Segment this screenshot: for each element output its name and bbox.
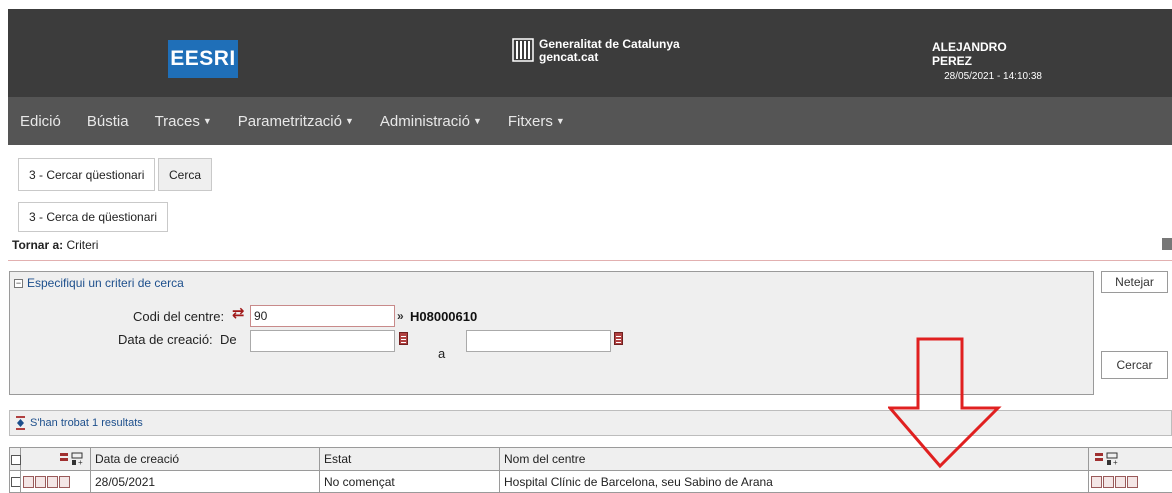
user-info: ALEJANDRO PEREZ 28/05/2021 - 14:10:38 [932,40,1042,82]
edit-icon[interactable] [1091,476,1102,489]
nav-item-traces[interactable]: Traces ▼ [155,113,212,130]
nav-item-fitxers[interactable]: Fitxers ▼ [508,113,565,130]
nav-item-edicio[interactable]: Edició [20,113,61,130]
main-nav: Edició Bústia Traces ▼ Parametrització ▼ A… [8,97,1172,145]
calendar-icon[interactable] [614,332,623,345]
date-from-label: De [220,332,237,347]
tab-cerca[interactable]: Cerca [158,158,213,191]
breadcrumb: Tornar a: Criteri [12,238,98,252]
cell-date: 28/05/2021 [90,470,320,493]
tab-cercar-questionari[interactable]: 3 - Cercar qüestionari [18,158,156,191]
select-all-checkbox[interactable] [11,454,21,465]
view-icon[interactable] [35,476,46,489]
delete-icon[interactable] [59,476,70,489]
nav-item-bustia[interactable]: Bústia [87,113,129,130]
caret-down-icon: ▼ [344,116,354,126]
download-icon[interactable] [1115,476,1126,489]
nav-label: Fitxers [507,112,553,130]
view-icon[interactable] [1103,476,1114,489]
search-button[interactable]: Cercar [1101,351,1168,379]
cell-centre: Hospital Clínic de Barcelona, seu Sabino… [499,470,1089,493]
print-icon[interactable] [1162,238,1172,250]
date-to-label: a [438,346,446,361]
nav-label: Edició [20,112,61,130]
criteria-toggle[interactable]: − Especifiqui un criteri de cerca [14,276,184,290]
clear-button[interactable]: Netejar [1101,271,1168,293]
nav-label: Traces [154,112,200,130]
session-datetime: 28/05/2021 - 14:10:38 [944,71,1042,82]
caret-down-icon: ▼ [472,116,482,126]
back-link-criteri[interactable]: Criteri [66,238,98,252]
col-header-date[interactable]: Data de creació [90,447,320,471]
svg-text:+: + [1113,458,1118,466]
nav-label: Bústia [86,112,129,130]
calendar-icon[interactable] [399,332,408,345]
date-from-input[interactable] [250,330,395,352]
gencat-brand[interactable]: Generalitat de Catalunya gencat.cat [512,38,680,64]
centre-code-input[interactable]: 90 [250,305,395,327]
row-checkbox[interactable] [11,477,20,488]
tab-cerca-de-questionari[interactable]: 3 - Cerca de qüestionari [18,202,169,232]
column-config-icon[interactable]: + [1093,452,1121,467]
caret-down-icon: ▼ [202,116,212,126]
delete-icon[interactable] [1127,476,1138,489]
col-header-status[interactable]: Estat [319,447,500,471]
cell-status: No començat [319,470,500,493]
org-site: gencat.cat [539,50,599,64]
collapse-icon: − [14,277,23,288]
nav-label: Administració [379,112,470,130]
down-arrow-annotation-icon [888,337,1002,469]
column-config-icon[interactable]: + [58,452,86,467]
criteria-title: Especifiqui un criteri de cerca [27,276,184,290]
nav-item-administracio[interactable]: Administració ▼ [380,113,482,130]
nav-item-parametritzacio[interactable]: Parametrització ▼ [238,113,354,130]
table-row[interactable]: 28/05/2021 No començat Hospital Clínic d… [9,470,1172,493]
edit-icon[interactable] [23,476,34,489]
divider [8,260,1172,261]
date-label: Data de creació: [118,332,213,347]
eesri-logo[interactable]: EESRI [168,40,238,78]
centre-label: Codi del centre: [133,309,225,324]
nav-label: Parametrització [237,112,342,130]
results-count: S'han trobat 1 resultats [30,417,143,429]
lookup-arrow-icon[interactable]: » [397,309,404,323]
gencat-emblem-icon [512,38,534,62]
swap-icon[interactable]: ⇄ [232,304,245,322]
svg-text:+: + [78,458,83,466]
user-name: ALEJANDRO PEREZ [932,40,1007,68]
download-icon[interactable] [47,476,58,489]
sort-icon[interactable] [16,416,25,430]
date-to-input[interactable] [466,330,611,352]
centre-code-value: H08000610 [410,309,478,324]
back-prefix: Tornar a: [12,238,64,252]
caret-down-icon: ▼ [555,116,565,126]
